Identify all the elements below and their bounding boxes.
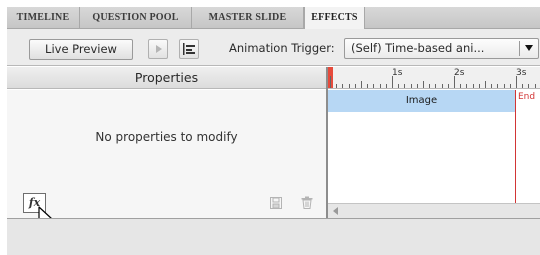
properties-panel: No properties to modify fx <box>7 90 326 218</box>
timeline-toggle-icon <box>183 43 195 55</box>
ruler-tick <box>466 84 468 88</box>
effects-toolbar: Live Preview Animation Trigger: (Self) T… <box>7 29 540 66</box>
timeline-ruler[interactable]: 1s 2s 3s <box>328 67 540 89</box>
panel-tab-bar: TIMELINE QUESTION POOL MASTER SLIDE EFFE… <box>7 7 540 30</box>
scroll-left-icon[interactable] <box>333 207 338 215</box>
ruler-tick <box>534 84 536 88</box>
chevron-down-icon <box>525 45 533 51</box>
timeline-track-area: Image End <box>328 90 540 204</box>
ruler-tick <box>472 84 474 88</box>
ruler-tick <box>485 81 486 88</box>
image-effect-bar[interactable]: Image <box>328 90 515 112</box>
ruler-tick <box>478 84 480 88</box>
live-preview-button[interactable]: Live Preview <box>29 39 133 60</box>
ruler-tick <box>410 84 412 88</box>
tab-master-slide[interactable]: MASTER SLIDE <box>192 7 304 29</box>
ruler-tick <box>398 84 400 88</box>
save-icon[interactable] <box>270 197 282 209</box>
ruler-tick <box>404 84 406 88</box>
ruler-tick <box>528 84 530 88</box>
animation-trigger-select[interactable]: (Self) Time-based ani... <box>344 38 539 59</box>
properties-header: Properties <box>7 67 326 89</box>
ruler-label-2s: 2s <box>454 68 465 78</box>
ruler-tick <box>336 84 338 88</box>
ruler-tick <box>354 84 356 88</box>
select-divider <box>519 41 520 56</box>
trash-icon[interactable] <box>301 196 313 209</box>
ruler-tick <box>429 84 431 88</box>
ruler-tick <box>447 84 449 88</box>
play-button[interactable] <box>148 39 168 59</box>
ruler-tick <box>361 81 362 88</box>
ruler-tick <box>423 81 424 88</box>
ruler-tick <box>379 84 381 88</box>
timeline-horizontal-scrollbar[interactable] <box>328 203 540 218</box>
panel-footer-strip <box>7 218 540 255</box>
ruler-label-1s: 1s <box>392 68 403 78</box>
ruler-tick <box>342 84 344 88</box>
ruler-tick <box>435 84 437 88</box>
animation-trigger-value: (Self) Time-based ani... <box>351 41 485 55</box>
play-icon <box>156 45 162 53</box>
ruler-label-3s: 3s <box>516 68 527 78</box>
ruler-tick <box>373 84 375 88</box>
tab-question-pool[interactable]: QUESTION POOL <box>80 7 192 29</box>
ruler-tick <box>503 84 505 88</box>
end-marker-line[interactable] <box>515 90 516 204</box>
no-properties-message: No properties to modify <box>95 130 238 144</box>
ruler-tick <box>367 84 369 88</box>
ruler-tick <box>509 84 511 88</box>
ruler-tick <box>441 84 443 88</box>
tab-effects[interactable]: EFFECTS <box>304 7 365 30</box>
ruler-tick <box>416 84 418 88</box>
ruler-tick <box>460 84 462 88</box>
ruler-tick <box>522 84 524 88</box>
ruler-tick <box>385 84 387 88</box>
tab-timeline[interactable]: TIMELINE <box>7 7 80 29</box>
end-marker-label: End <box>518 92 536 102</box>
ruler-tick <box>491 84 493 88</box>
animation-trigger-label: Animation Trigger: <box>229 41 335 55</box>
ruler-tick <box>330 76 331 88</box>
timeline-toggle-button[interactable] <box>179 39 199 59</box>
ruler-tick <box>497 84 499 88</box>
ruler-tick <box>348 84 350 88</box>
